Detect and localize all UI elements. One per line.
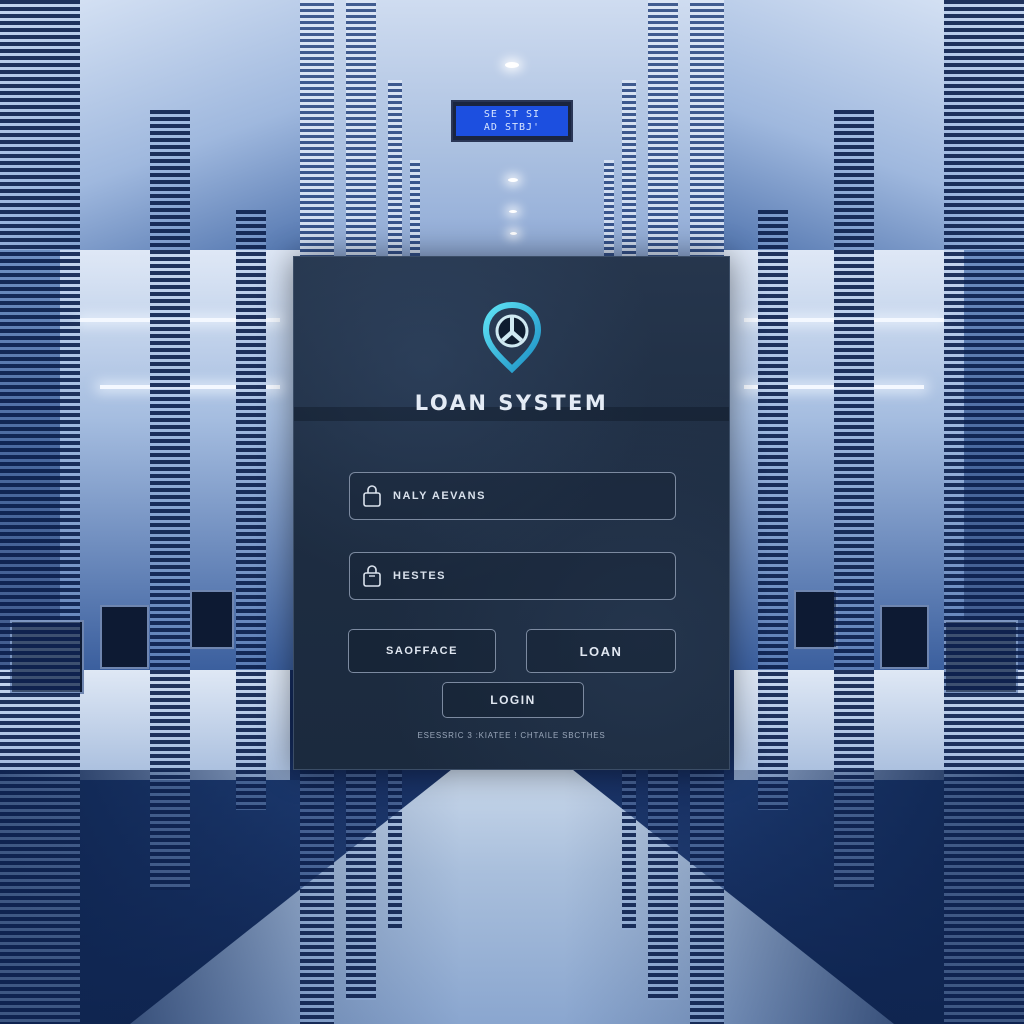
glass-louvre-wall [0, 0, 80, 1024]
left-monitor [190, 590, 234, 649]
username-field[interactable]: NALY AEVANS [349, 472, 676, 520]
office-background: SE ST SI AD STBJ' LOAN SYSTEM NALY AEVAN… [0, 0, 1024, 1024]
led-sign-screen: SE ST SI AD STBJ' [456, 106, 568, 136]
glass-louvre-wall [346, 0, 376, 256]
ceiling-light [508, 178, 518, 182]
glass-louvre-wall [150, 110, 190, 890]
glass-louvre-wall [944, 0, 1024, 1024]
glass-louvre-wall [690, 0, 724, 256]
left-monitor [100, 605, 149, 669]
map-pin-icon [480, 301, 544, 374]
password-value: HESTES [393, 570, 447, 582]
glass-louvre-wall [622, 770, 636, 930]
page-title: LOAN SYSTEM [414, 391, 609, 415]
glass-louvre-wall [300, 770, 334, 1024]
right-monitor [794, 590, 838, 649]
saofface-button[interactable]: SAOFFACE [348, 629, 496, 673]
lock-icon [359, 563, 385, 589]
glass-louvre-wall [622, 80, 636, 256]
ceiling-led-sign: SE ST SI AD STBJ' [451, 100, 573, 142]
glass-louvre-wall [648, 770, 678, 1000]
right-monitor [880, 605, 929, 669]
glass-louvre-wall [648, 0, 678, 256]
led-sign-line2: AD STBJ' [483, 122, 541, 133]
glass-louvre-wall [388, 770, 402, 930]
footer-text: ESESSRIC 3 :KIATEE ! CHTAILE SBCTHES [417, 731, 606, 740]
glass-louvre-wall [410, 160, 420, 256]
ceiling-light [510, 232, 517, 235]
lock-icon [359, 483, 385, 509]
led-sign-line1: SE ST SI [483, 109, 541, 120]
glass-louvre-wall [758, 210, 788, 810]
username-value: NALY AEVANS [393, 490, 486, 502]
glass-louvre-wall [388, 80, 402, 256]
ceiling-light [505, 62, 519, 68]
glass-louvre-wall [300, 0, 334, 256]
login-panel: LOAN SYSTEM NALY AEVANS HESTES SAOFFACE [293, 256, 730, 770]
glass-louvre-wall [346, 770, 376, 1000]
ceiling-light [509, 210, 517, 213]
glass-louvre-wall [236, 210, 266, 810]
loan-button[interactable]: LOAN [526, 629, 676, 673]
glass-louvre-wall [690, 770, 724, 1024]
glass-louvre-wall [604, 160, 614, 256]
glass-louvre-wall [834, 110, 874, 890]
login-button[interactable]: LOGIN [442, 682, 584, 718]
password-field[interactable]: HESTES [349, 552, 676, 600]
